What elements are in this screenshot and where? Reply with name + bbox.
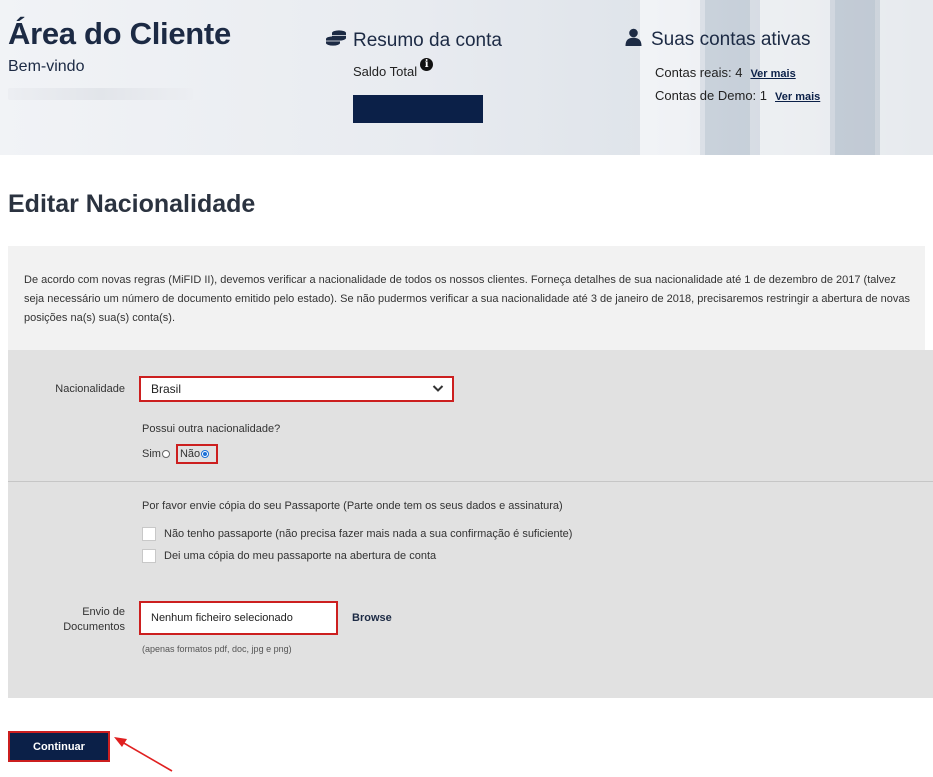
documents-label-line-2: Documentos: [63, 621, 125, 633]
file-input[interactable]: Nenhum ficheiro selecionado: [139, 601, 338, 635]
nationality-select-value: Brasil: [151, 382, 182, 396]
info-icon[interactable]: i: [420, 58, 434, 71]
no-passport-option: Não tenho passaporte (não precisa fazer …: [142, 527, 572, 541]
page-header-title: Área do Cliente: [8, 16, 231, 51]
documents-label-line-1: Envio de: [82, 606, 125, 618]
total-balance-label: Saldo Total: [353, 64, 418, 79]
other-nationality-question: Possui outra nacionalidade?: [142, 423, 281, 435]
demo-accounts-row: Contas de Demo: 1 Ver mais: [655, 88, 820, 103]
option-no-highlight: Não: [175, 444, 219, 464]
real-accounts-count: Contas reais: 4: [655, 65, 743, 80]
demo-accounts-count: Contas de Demo: 1: [655, 88, 768, 103]
option-no-label: Não: [179, 448, 201, 460]
total-balance-value-redacted: [353, 95, 483, 123]
documents-label: Envio de Documentos: [20, 605, 125, 635]
active-accounts-header: Suas contas ativas: [625, 28, 810, 51]
chevron-down-icon: [432, 378, 444, 405]
mifid-notice: De acordo com novas regras (MiFID II), d…: [8, 246, 925, 350]
file-formats-hint: (apenas formatos pdf, doc, jpg e png): [142, 644, 292, 654]
total-balance-label-wrap: Saldo Total i: [353, 58, 434, 79]
real-accounts-row: Contas reais: 4 Ver mais: [655, 65, 796, 80]
nationality-label: Nacionalidade: [55, 383, 125, 395]
page-title: Editar Nacionalidade: [8, 190, 256, 218]
account-summary-title: Resumo da conta: [353, 29, 502, 51]
red-arrow-annotation: [114, 737, 173, 772]
passport-given-label: Dei uma cópia do meu passaporte na abert…: [164, 550, 437, 562]
option-no-radio[interactable]: [201, 450, 210, 458]
real-accounts-more-link[interactable]: Ver mais: [750, 68, 795, 80]
coins-icon: [325, 29, 347, 52]
browse-button[interactable]: Browse: [352, 612, 392, 624]
demo-accounts-more-link[interactable]: Ver mais: [775, 91, 820, 103]
active-accounts-title: Suas contas ativas: [651, 28, 811, 50]
nationality-select[interactable]: Brasil: [139, 376, 454, 402]
option-yes-label: Sim: [142, 448, 161, 460]
passport-given-checkbox[interactable]: [142, 549, 156, 563]
account-summary-header: Resumo da conta: [325, 29, 502, 52]
welcome-text: Bem-vindo: [8, 58, 85, 75]
header-banner: Área do Cliente Bem-vindo Resumo da cont…: [0, 0, 933, 155]
no-passport-label: Não tenho passaporte (não precisa fazer …: [164, 528, 573, 540]
passport-given-option: Dei uma cópia do meu passaporte na abert…: [142, 549, 436, 563]
passport-instructions: Por favor envie cópia do seu Passaporte …: [142, 500, 563, 512]
form-divider: [8, 481, 933, 482]
no-passport-checkbox[interactable]: [142, 527, 156, 541]
option-yes-radio[interactable]: [161, 450, 170, 458]
redacted-username: [8, 88, 193, 100]
other-nationality-options: Sim Não: [142, 444, 219, 464]
user-icon: [625, 28, 642, 51]
continue-button[interactable]: Continuar: [8, 731, 110, 762]
